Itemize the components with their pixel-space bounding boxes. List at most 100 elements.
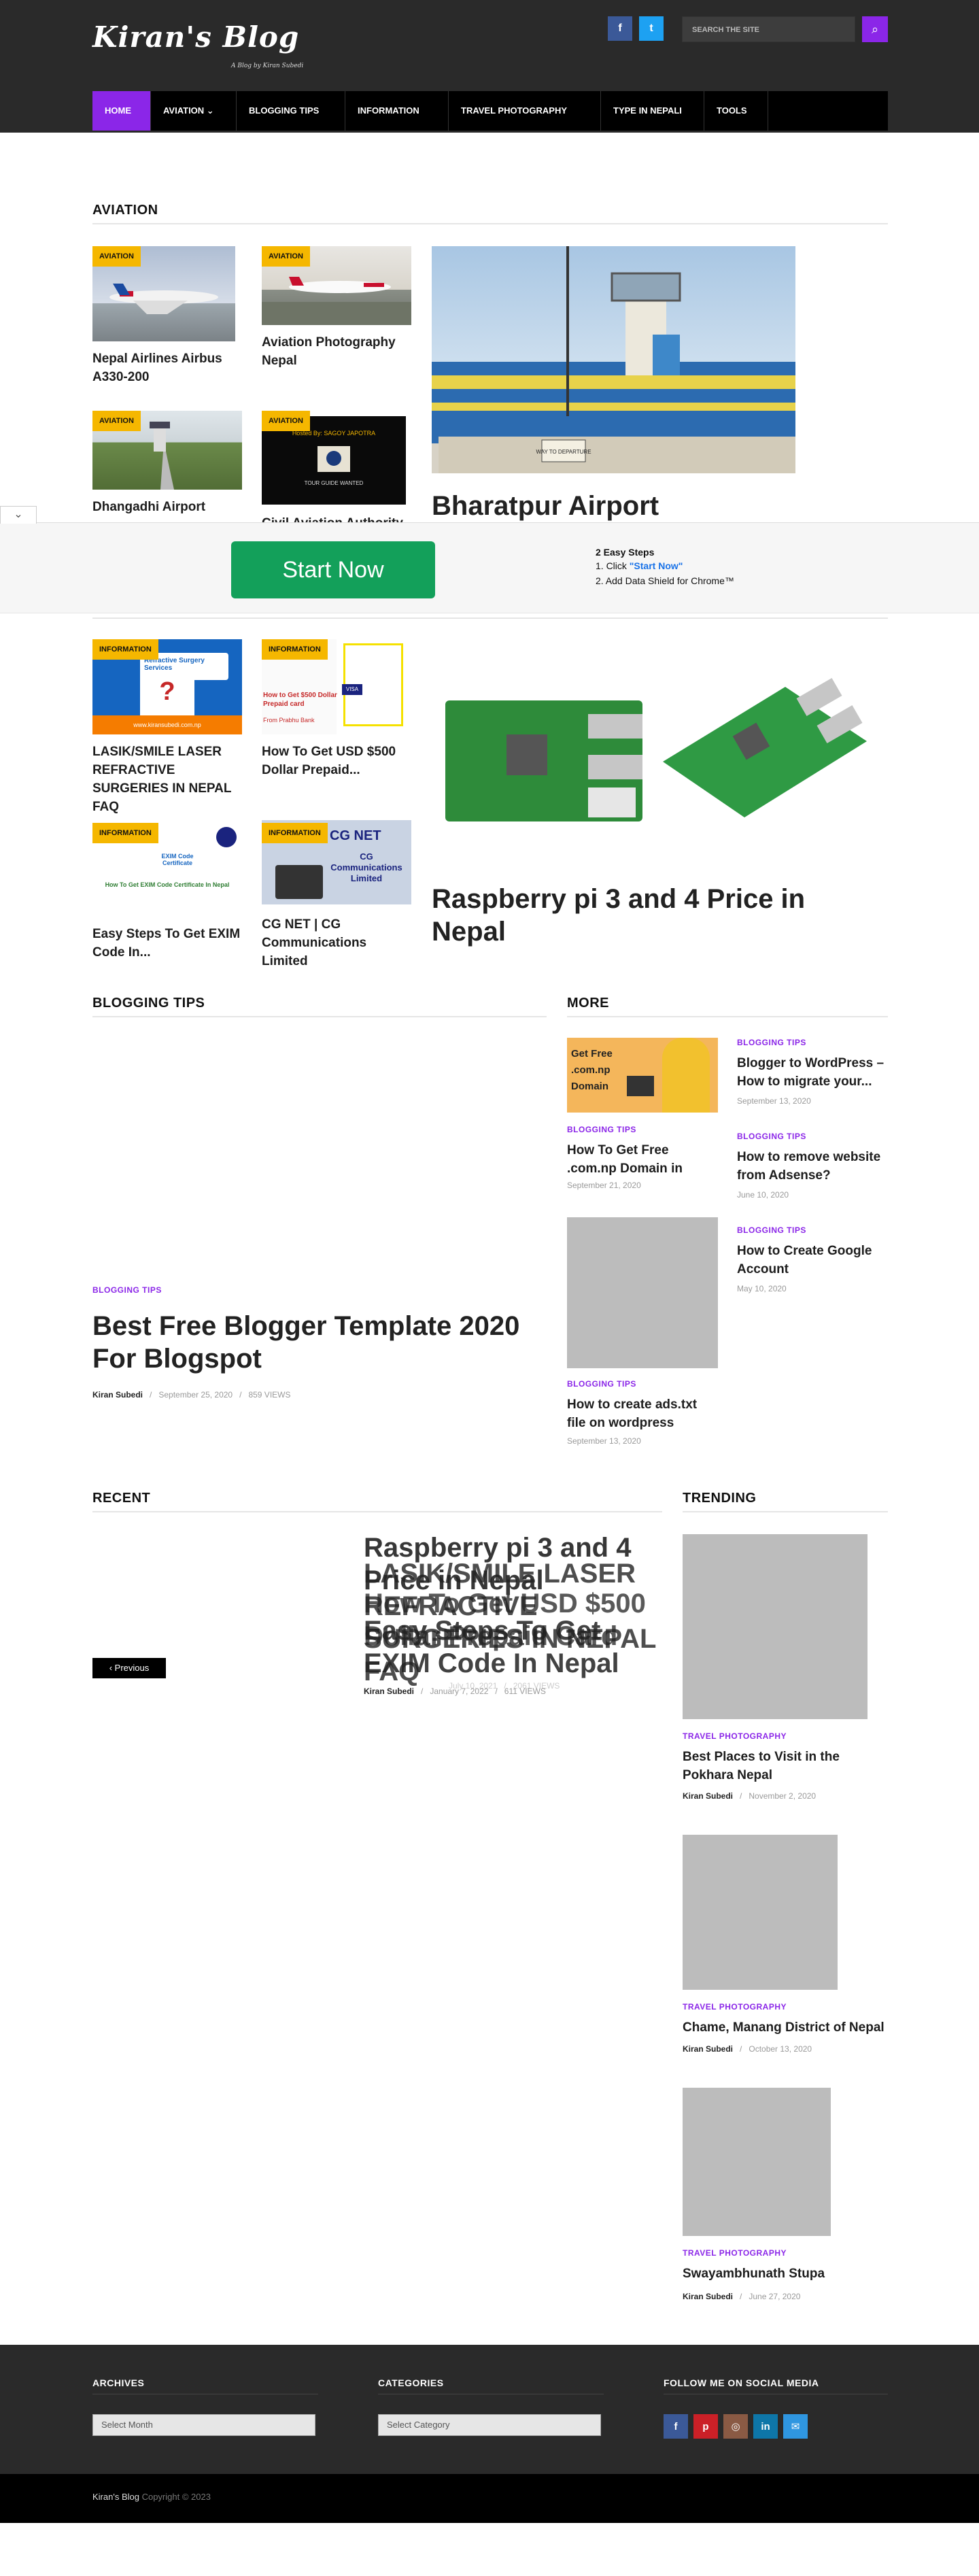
domain-image[interactable]: Get Free .com.np Domain bbox=[567, 1038, 718, 1113]
copyright-brand[interactable]: Kiran's Blog bbox=[92, 2492, 139, 2502]
category-badge[interactable]: INFORMATION bbox=[262, 639, 328, 660]
post-title[interactable]: Chame, Manang District of Nepal bbox=[683, 2018, 888, 2037]
post-category[interactable]: TRAVEL PHOTOGRAPHY bbox=[683, 2002, 787, 2012]
ad-steps-title: 2 Easy Steps bbox=[596, 547, 655, 558]
image-caption: How To Get EXIM Code Certificate In Nepa… bbox=[105, 881, 230, 888]
post-title[interactable]: Blogger to WordPress – How to migrate yo… bbox=[737, 1054, 888, 1091]
post-date: September 21, 2020 bbox=[567, 1181, 641, 1190]
post-author[interactable]: Kiran Subedi bbox=[92, 1390, 143, 1400]
post-meta: Kiran Subedi / June 27, 2020 bbox=[683, 2292, 801, 2301]
category-badge[interactable]: INFORMATION bbox=[92, 823, 158, 843]
post-category[interactable]: BLOGGING TIPS bbox=[737, 1132, 806, 1141]
previous-button[interactable]: ‹ Previous bbox=[92, 1658, 166, 1678]
search-input[interactable]: SEARCH THE SITE bbox=[682, 16, 855, 42]
copyright: Kiran's Blog Copyright © 2023 bbox=[92, 2492, 211, 2502]
post-author[interactable]: Kiran Subedi bbox=[683, 2044, 733, 2054]
nav-aviation[interactable]: AVIATION ⌄ bbox=[151, 91, 237, 131]
post-image-placeholder[interactable] bbox=[683, 2088, 831, 2236]
post-title[interactable]: Nepal Airlines Airbus A330-200 bbox=[92, 350, 235, 386]
linkedin-icon[interactable]: in bbox=[753, 2414, 778, 2439]
post-category[interactable]: TRAVEL PHOTOGRAPHY bbox=[683, 1731, 787, 1741]
category-badge[interactable]: AVIATION bbox=[262, 246, 310, 267]
post-date: September 13, 2020 bbox=[737, 1096, 811, 1106]
post-image-placeholder[interactable] bbox=[683, 1534, 868, 1719]
chevron-down-icon[interactable]: ⌄ bbox=[0, 506, 37, 524]
slide-title[interactable]: Easy Steps To Get EXIM Code In Nepal bbox=[364, 1614, 656, 1680]
divider bbox=[683, 1511, 888, 1512]
category-badge[interactable]: AVIATION bbox=[92, 411, 141, 431]
sign-text: WAY TO DEPARTURE bbox=[536, 449, 591, 455]
post-image-placeholder[interactable] bbox=[683, 1835, 838, 1990]
archives-select[interactable]: Select Month bbox=[92, 2414, 315, 2436]
post-image-placeholder[interactable] bbox=[567, 1217, 718, 1368]
post-title[interactable]: Swayambhunath Stupa bbox=[683, 2265, 888, 2283]
footer-archives-title: ARCHIVES bbox=[92, 2377, 145, 2388]
category-badge[interactable]: INFORMATION bbox=[262, 823, 328, 843]
raspberry-pi-image[interactable] bbox=[432, 639, 870, 836]
start-now-button[interactable]: Start Now bbox=[231, 541, 435, 598]
post-category[interactable]: BLOGGING TIPS bbox=[92, 1285, 162, 1295]
post-title[interactable]: How To Get USD $500 Dollar Prepaid... bbox=[262, 743, 411, 779]
facebook-icon[interactable]: f bbox=[664, 2414, 688, 2439]
post-title[interactable]: How To Get Free .com.np Domain in bbox=[567, 1141, 718, 1178]
post-category[interactable]: BLOGGING TIPS bbox=[737, 1225, 806, 1235]
twitter-icon[interactable]: t bbox=[639, 16, 664, 41]
post-category[interactable]: TRAVEL PHOTOGRAPHY bbox=[683, 2248, 787, 2258]
category-badge[interactable]: AVIATION bbox=[92, 246, 141, 267]
post-category[interactable]: BLOGGING TIPS bbox=[567, 1379, 636, 1389]
post-title[interactable]: Easy Steps To Get EXIM Code In... bbox=[92, 925, 242, 962]
pinterest-icon[interactable]: p bbox=[693, 2414, 718, 2439]
post-category[interactable]: BLOGGING TIPS bbox=[737, 1038, 806, 1047]
divider bbox=[567, 1016, 888, 1017]
post-author[interactable]: Kiran Subedi bbox=[364, 1687, 414, 1696]
post-title[interactable]: How to create ads.txt file on wordpress bbox=[567, 1395, 718, 1432]
post-title[interactable]: Dhangadhi Airport bbox=[92, 498, 242, 516]
post-author[interactable]: Kiran Subedi bbox=[683, 2292, 733, 2301]
nav-type-in-nepali[interactable]: TYPE IN NEPALI bbox=[601, 91, 704, 131]
post-title[interactable]: Best Places to Visit in the Pokhara Nepa… bbox=[683, 1748, 888, 1784]
feature-title[interactable]: Bharatpur Airport bbox=[432, 490, 795, 522]
post-date: June 27, 2020 bbox=[749, 2292, 801, 2301]
image-caption: TOUR GUIDE WANTED bbox=[304, 480, 364, 486]
image-caption: From Prabhu Bank bbox=[263, 717, 315, 724]
category-badge[interactable]: INFORMATION bbox=[92, 639, 158, 660]
ad-step-1: 1. Click "Start Now" bbox=[596, 560, 683, 571]
post-views: 2061 VIEWS bbox=[513, 1681, 560, 1691]
post-category[interactable]: BLOGGING TIPS bbox=[567, 1125, 636, 1134]
main-nav: HOME AVIATION ⌄ BLOGGING TIPS INFORMATIO… bbox=[92, 91, 888, 131]
site-footer bbox=[0, 2345, 979, 2474]
email-icon[interactable]: ✉ bbox=[783, 2414, 808, 2439]
feature-title[interactable]: Best Free Blogger Template 2020 For Blog… bbox=[92, 1310, 547, 1375]
bharatpur-airport-image[interactable]: WAY TO DEPARTURE bbox=[432, 246, 795, 473]
post-title[interactable]: CG NET | CG Communications Limited bbox=[262, 915, 411, 970]
section-title-aviation: AVIATION bbox=[92, 203, 158, 218]
post-title[interactable]: LASIK/SMILE LASER REFRACTIVE SURGERIES I… bbox=[92, 743, 242, 816]
nav-travel-photography[interactable]: TRAVEL PHOTOGRAPHY bbox=[449, 91, 601, 131]
site-tagline: A Blog by Kiran Subedi bbox=[231, 63, 304, 69]
nav-home[interactable]: HOME bbox=[92, 91, 151, 131]
divider bbox=[92, 1016, 547, 1017]
post-title[interactable]: Aviation Photography Nepal bbox=[262, 333, 411, 370]
nav-tools[interactable]: TOOLS bbox=[704, 91, 768, 131]
nav-blogging-tips[interactable]: BLOGGING TIPS bbox=[237, 91, 345, 131]
post-date: November 2, 2020 bbox=[749, 1791, 817, 1801]
divider bbox=[92, 1511, 662, 1512]
instagram-icon[interactable]: ◎ bbox=[723, 2414, 748, 2439]
post-meta: Kiran Subedi / November 2, 2020 bbox=[683, 1791, 817, 1801]
post-date: September 13, 2020 bbox=[567, 1436, 641, 1446]
start-now-link[interactable]: "Start Now" bbox=[630, 560, 683, 571]
ad-step-2: 2. Add Data Shield for Chrome™ bbox=[596, 575, 734, 586]
post-author[interactable]: Kiran Subedi bbox=[683, 1791, 733, 1801]
image-caption: How to Get $500 Dollar Prepaid card bbox=[263, 692, 337, 708]
category-badge[interactable]: AVIATION bbox=[262, 411, 310, 431]
search-icon[interactable]: ⌕ bbox=[862, 16, 888, 42]
image-caption: CG Communications Limited bbox=[330, 851, 402, 883]
feature-title[interactable]: Raspberry pi 3 and 4 Price in Nepal bbox=[432, 883, 870, 948]
post-title[interactable]: How to Create Google Account bbox=[737, 1242, 888, 1278]
post-title[interactable]: How to remove website from Adsense? bbox=[737, 1148, 888, 1185]
categories-select[interactable]: Select Category bbox=[378, 2414, 601, 2436]
image-caption: Get Free .com.np Domain bbox=[571, 1048, 613, 1092]
nav-information[interactable]: INFORMATION bbox=[345, 91, 449, 131]
site-logo[interactable]: Kiran's Blog bbox=[92, 20, 299, 54]
facebook-icon[interactable]: f bbox=[608, 16, 632, 41]
